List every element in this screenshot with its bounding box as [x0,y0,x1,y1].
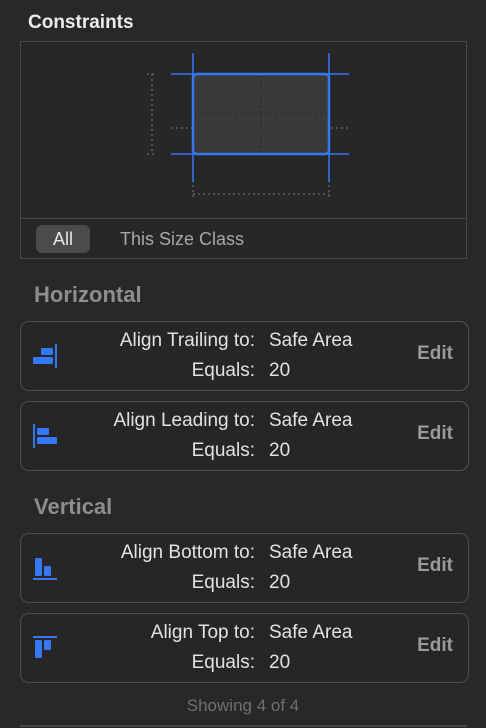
constraint-equals-label: Equals: [191,440,255,461]
size-class-all-button[interactable]: All [36,225,90,253]
constraint-relation-label: Align Leading to: [113,410,255,431]
group-title-horizontal: Horizontal [34,282,142,307]
constraint-count-status: Showing 4 of 4 [186,696,300,715]
edit-button[interactable]: Edit [417,555,453,577]
constraint-value: 20 [269,652,291,673]
size-class-this-button[interactable]: This Size Class [120,225,244,253]
constraint-value: 20 [269,360,291,381]
align-bottom-icon [33,558,57,580]
constraint-relation-label: Align Top to: [150,622,255,643]
divider [20,725,467,727]
constraint-equals-label: Equals: [191,652,255,673]
edit-button[interactable]: Edit [417,423,453,445]
align-trailing-icon [33,344,57,368]
align-leading-icon [33,424,57,448]
edit-button[interactable]: Edit [417,635,453,657]
constraint-editor: All This Size Class [20,41,467,259]
constraint-relation-label: Align Trailing to: [119,330,255,351]
constraint-value: 20 [269,572,291,593]
constraint-card-align-top[interactable]: Align Top to: Safe Area Equals: 20 Edit [20,613,469,683]
constraint-target: Safe Area [269,622,353,643]
align-top-icon [33,636,57,658]
constraint-card-align-trailing[interactable]: Align Trailing to: Safe Area Equals: 20 … [20,321,469,391]
constraint-relation-label: Align Bottom to: [120,542,255,563]
constraint-equals-label: Equals: [191,572,255,593]
constraint-target: Safe Area [269,330,353,351]
edit-button[interactable]: Edit [417,343,453,365]
constraint-value: 20 [269,440,291,461]
constraint-equals-label: Equals: [191,360,255,381]
constraint-card-align-bottom[interactable]: Align Bottom to: Safe Area Equals: 20 Ed… [20,533,469,603]
constraint-target: Safe Area [269,542,353,563]
constraint-target: Safe Area [269,410,353,431]
panel-title: Constraints [28,12,134,33]
group-title-vertical: Vertical [34,494,113,519]
constraint-diagram[interactable] [21,42,466,218]
constraint-card-align-leading[interactable]: Align Leading to: Safe Area Equals: 20 E… [20,401,469,471]
size-class-selector: All This Size Class [21,218,466,259]
constraint-diagram-graphic [147,53,351,200]
